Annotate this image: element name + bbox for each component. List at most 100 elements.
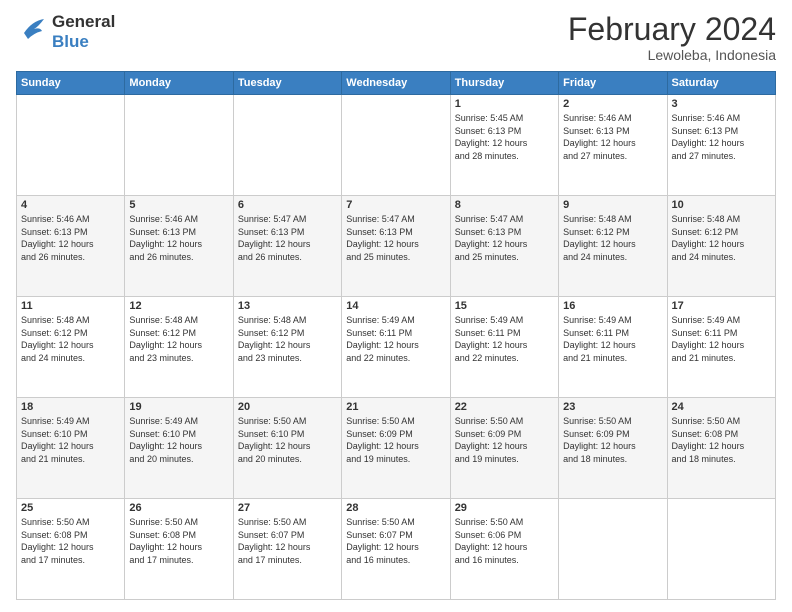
day-number: 1 (455, 98, 554, 110)
week-row-2: 11 Sunrise: 5:48 AM Sunset: 6:12 PM Dayli… (17, 297, 776, 398)
day-info: Sunrise: 5:49 AM Sunset: 6:11 PM Dayligh… (672, 314, 771, 364)
day-cell-1-0: 4Sunrise: 5:46 AM Sunset: 6:13 PM Daylig… (17, 196, 125, 297)
day-info: Sunrise: 5:49 AM Sunset: 6:11 PM Dayligh… (563, 314, 662, 364)
day-info: Sunrise: 5:50 AM Sunset: 6:09 PM Dayligh… (346, 415, 445, 465)
day-number: 2 (563, 98, 662, 110)
day-info: Sunrise: 5:50 AM Sunset: 6:07 PM Dayligh… (346, 516, 445, 566)
day-number: 26 (129, 502, 228, 514)
day-info: Sunrise: 5:48 AM Sunset: 6:12 PM Dayligh… (238, 314, 337, 364)
day-info: Sunrise: 5:50 AM Sunset: 6:09 PM Dayligh… (563, 415, 662, 465)
day-cell-2-3: 14 Sunrise: 5:49 AM Sunset: 6:11 PM Dayli… (342, 297, 450, 398)
day-cell-0-5: 2 Sunrise: 5:46 AM Sunset: 6:13 PM Daylig… (559, 95, 667, 196)
day-number: 9 (563, 199, 662, 211)
calendar-table: Sunday Monday Tuesday Wednesday Thursday… (16, 71, 776, 600)
day-number: 14 (346, 300, 445, 312)
day-number: 11 (21, 300, 120, 312)
title-block: February 2024 Lewoleba, Indonesia (568, 12, 776, 63)
day-info: Sunrise: 5:50 AM Sunset: 6:09 PM Dayligh… (455, 415, 554, 465)
day-number: 7 (346, 199, 445, 211)
day-cell-3-0: 18 Sunrise: 5:49 AM Sunset: 6:10 PM Dayli… (17, 398, 125, 499)
logo-general: General (52, 12, 115, 31)
day-number: 18 (21, 401, 120, 413)
day-cell-3-4: 22 Sunrise: 5:50 AM Sunset: 6:09 PM Dayli… (450, 398, 558, 499)
week-row-1: 4Sunrise: 5:46 AM Sunset: 6:13 PM Daylig… (17, 196, 776, 297)
day-info: Sunrise: 5:47 AM Sunset: 6:13 PM Dayligh… (455, 213, 554, 263)
day-number: 24 (672, 401, 771, 413)
col-saturday: Saturday (667, 72, 775, 95)
day-cell-0-3 (342, 95, 450, 196)
month-year: February 2024 (568, 12, 776, 47)
day-info: Sunrise: 5:50 AM Sunset: 6:06 PM Dayligh… (455, 516, 554, 566)
day-cell-3-6: 24 Sunrise: 5:50 AM Sunset: 6:08 PM Dayli… (667, 398, 775, 499)
day-cell-3-1: 19 Sunrise: 5:49 AM Sunset: 6:10 PM Dayli… (125, 398, 233, 499)
day-cell-1-2: 6Sunrise: 5:47 AM Sunset: 6:13 PM Daylig… (233, 196, 341, 297)
day-info: Sunrise: 5:49 AM Sunset: 6:10 PM Dayligh… (129, 415, 228, 465)
day-info: Sunrise: 5:48 AM Sunset: 6:12 PM Dayligh… (21, 314, 120, 364)
day-cell-3-5: 23 Sunrise: 5:50 AM Sunset: 6:09 PM Dayli… (559, 398, 667, 499)
day-number: 22 (455, 401, 554, 413)
day-info: Sunrise: 5:50 AM Sunset: 6:08 PM Dayligh… (21, 516, 120, 566)
day-number: 17 (672, 300, 771, 312)
day-info: Sunrise: 5:49 AM Sunset: 6:10 PM Dayligh… (21, 415, 120, 465)
day-number: 23 (563, 401, 662, 413)
day-number: 3 (672, 98, 771, 110)
day-info: Sunrise: 5:48 AM Sunset: 6:12 PM Dayligh… (129, 314, 228, 364)
day-number: 25 (21, 502, 120, 514)
day-info: Sunrise: 5:50 AM Sunset: 6:08 PM Dayligh… (672, 415, 771, 465)
day-info: Sunrise: 5:50 AM Sunset: 6:07 PM Dayligh… (238, 516, 337, 566)
logo: General Blue (16, 12, 115, 52)
day-cell-4-2: 27 Sunrise: 5:50 AM Sunset: 6:07 PM Dayli… (233, 499, 341, 600)
day-cell-1-6: 10 Sunrise: 5:48 AM Sunset: 6:12 PM Dayli… (667, 196, 775, 297)
day-info: Sunrise: 5:46 AM Sunset: 6:13 PM Dayligh… (21, 213, 120, 263)
day-cell-2-5: 16 Sunrise: 5:49 AM Sunset: 6:11 PM Dayli… (559, 297, 667, 398)
day-info: Sunrise: 5:46 AM Sunset: 6:13 PM Dayligh… (129, 213, 228, 263)
day-cell-2-0: 11 Sunrise: 5:48 AM Sunset: 6:12 PM Dayli… (17, 297, 125, 398)
day-cell-0-6: 3 Sunrise: 5:46 AM Sunset: 6:13 PM Daylig… (667, 95, 775, 196)
day-info: Sunrise: 5:47 AM Sunset: 6:13 PM Dayligh… (346, 213, 445, 263)
page: General Blue February 2024 Lewoleba, Ind… (0, 0, 792, 612)
day-number: 28 (346, 502, 445, 514)
day-cell-2-1: 12 Sunrise: 5:48 AM Sunset: 6:12 PM Dayli… (125, 297, 233, 398)
day-cell-1-3: 7 Sunrise: 5:47 AM Sunset: 6:13 PM Daylig… (342, 196, 450, 297)
day-cell-4-6 (667, 499, 775, 600)
day-info: Sunrise: 5:48 AM Sunset: 6:12 PM Dayligh… (672, 213, 771, 263)
day-info: Sunrise: 5:46 AM Sunset: 6:13 PM Dayligh… (563, 112, 662, 162)
day-cell-1-4: 8 Sunrise: 5:47 AM Sunset: 6:13 PM Daylig… (450, 196, 558, 297)
day-cell-0-4: 1 Sunrise: 5:45 AM Sunset: 6:13 PM Daylig… (450, 95, 558, 196)
day-info: Sunrise: 5:50 AM Sunset: 6:10 PM Dayligh… (238, 415, 337, 465)
day-info: Sunrise: 5:50 AM Sunset: 6:08 PM Dayligh… (129, 516, 228, 566)
day-number: 13 (238, 300, 337, 312)
calendar-header-row: Sunday Monday Tuesday Wednesday Thursday… (17, 72, 776, 95)
col-thursday: Thursday (450, 72, 558, 95)
day-number: 19 (129, 401, 228, 413)
day-cell-3-2: 20 Sunrise: 5:50 AM Sunset: 6:10 PM Dayli… (233, 398, 341, 499)
day-info: Sunrise: 5:45 AM Sunset: 6:13 PM Dayligh… (455, 112, 554, 162)
day-number: 5 (129, 199, 228, 211)
week-row-3: 18 Sunrise: 5:49 AM Sunset: 6:10 PM Dayli… (17, 398, 776, 499)
day-number: 15 (455, 300, 554, 312)
day-number: 20 (238, 401, 337, 413)
day-cell-0-2 (233, 95, 341, 196)
day-cell-0-1 (125, 95, 233, 196)
day-number: 12 (129, 300, 228, 312)
day-cell-0-0 (17, 95, 125, 196)
day-cell-4-4: 29Sunrise: 5:50 AM Sunset: 6:06 PM Dayli… (450, 499, 558, 600)
col-tuesday: Tuesday (233, 72, 341, 95)
col-wednesday: Wednesday (342, 72, 450, 95)
day-cell-4-5 (559, 499, 667, 600)
day-cell-4-1: 26 Sunrise: 5:50 AM Sunset: 6:08 PM Dayli… (125, 499, 233, 600)
day-info: Sunrise: 5:49 AM Sunset: 6:11 PM Dayligh… (346, 314, 445, 364)
day-info: Sunrise: 5:46 AM Sunset: 6:13 PM Dayligh… (672, 112, 771, 162)
header: General Blue February 2024 Lewoleba, Ind… (16, 12, 776, 63)
day-number: 16 (563, 300, 662, 312)
day-number: 21 (346, 401, 445, 413)
day-number: 8 (455, 199, 554, 211)
logo-text: General Blue (52, 12, 115, 52)
day-info: Sunrise: 5:49 AM Sunset: 6:11 PM Dayligh… (455, 314, 554, 364)
day-number: 27 (238, 502, 337, 514)
day-info: Sunrise: 5:48 AM Sunset: 6:12 PM Dayligh… (563, 213, 662, 263)
day-number: 6 (238, 199, 337, 211)
day-cell-3-3: 21 Sunrise: 5:50 AM Sunset: 6:09 PM Dayli… (342, 398, 450, 499)
day-number: 10 (672, 199, 771, 211)
day-cell-1-1: 5 Sunrise: 5:46 AM Sunset: 6:13 PM Daylig… (125, 196, 233, 297)
